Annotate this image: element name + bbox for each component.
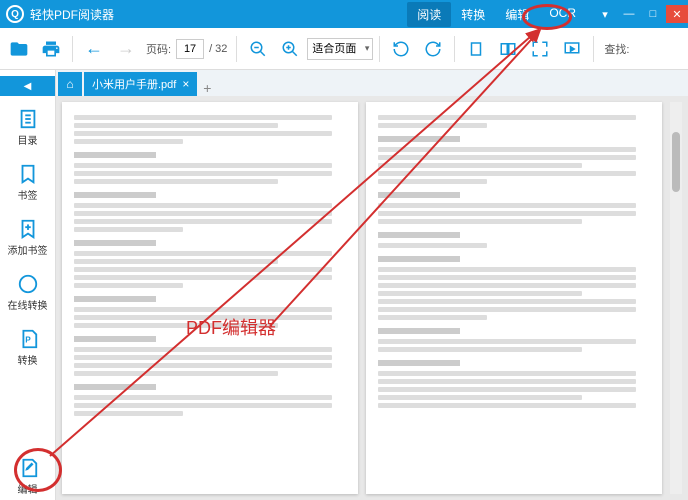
- zoom-out-button[interactable]: [243, 34, 273, 64]
- home-tab-button[interactable]: ⌂: [58, 72, 82, 96]
- nav-forward-button[interactable]: →: [111, 34, 141, 64]
- sidebar-item-bookmarks[interactable]: 书签: [6, 159, 50, 206]
- page-right: [366, 102, 662, 494]
- titlebar: Q 轻快PDF阅读器 阅读 转换 编辑 OCR ▾ — □ ✕: [0, 0, 688, 28]
- document-tab[interactable]: 小米用户手册.pdf ×: [84, 72, 197, 96]
- mode-convert[interactable]: 转换: [451, 2, 495, 27]
- page-label: 页码:: [146, 41, 171, 57]
- toc-icon: [17, 108, 39, 130]
- sidebar: ◀ 目录 书签 添加书签 在线转换 P 转换 编辑: [0, 70, 56, 500]
- new-tab-button[interactable]: +: [197, 80, 217, 96]
- mode-ocr[interactable]: OCR: [539, 2, 586, 27]
- rotate-right-button[interactable]: [418, 34, 448, 64]
- fullscreen-button[interactable]: [525, 34, 555, 64]
- open-file-button[interactable]: [4, 34, 34, 64]
- slideshow-button[interactable]: [557, 34, 587, 64]
- tab-close-icon[interactable]: ×: [182, 77, 189, 91]
- sidebar-collapse-button[interactable]: ◀: [0, 76, 55, 96]
- tab-filename: 小米用户手册.pdf: [92, 76, 176, 92]
- find-label: 查找:: [604, 41, 629, 57]
- page-total: / 32: [209, 43, 227, 55]
- sidebar-item-edit[interactable]: 编辑: [6, 453, 50, 500]
- mode-edit[interactable]: 编辑: [495, 2, 539, 27]
- settings-icon[interactable]: ▾: [594, 5, 616, 23]
- page-left: [62, 102, 358, 494]
- convert-icon: P: [17, 328, 39, 350]
- bookmark-icon: [17, 163, 39, 185]
- maximize-button[interactable]: □: [642, 5, 664, 23]
- sidebar-item-convert[interactable]: P 转换: [6, 324, 50, 371]
- add-bookmark-icon: [17, 218, 39, 240]
- toolbar: ← → 页码: / 32 适合页面 查找:: [0, 28, 688, 70]
- print-button[interactable]: [36, 34, 66, 64]
- tabbar: ⌂ 小米用户手册.pdf × +: [56, 70, 688, 96]
- mode-read[interactable]: 阅读: [407, 2, 451, 27]
- view-single-button[interactable]: [461, 34, 491, 64]
- app-logo-icon: Q: [6, 5, 24, 23]
- sidebar-item-online-convert[interactable]: 在线转换: [6, 269, 50, 316]
- zoom-in-button[interactable]: [275, 34, 305, 64]
- nav-back-button[interactable]: ←: [79, 34, 109, 64]
- svg-text:P: P: [25, 336, 31, 345]
- page-input[interactable]: [176, 39, 204, 59]
- view-facing-button[interactable]: [493, 34, 523, 64]
- zoom-mode-select[interactable]: 适合页面: [307, 38, 373, 60]
- vertical-scrollbar[interactable]: [670, 102, 682, 494]
- sidebar-item-add-bookmark[interactable]: 添加书签: [6, 214, 50, 261]
- rotate-left-button[interactable]: [386, 34, 416, 64]
- page-viewport[interactable]: [56, 96, 688, 500]
- minimize-button[interactable]: —: [618, 5, 640, 23]
- sidebar-item-toc[interactable]: 目录: [6, 104, 50, 151]
- edit-icon: [17, 457, 39, 479]
- close-button[interactable]: ✕: [666, 5, 688, 23]
- app-title: 轻快PDF阅读器: [30, 6, 114, 23]
- online-convert-icon: [17, 273, 39, 295]
